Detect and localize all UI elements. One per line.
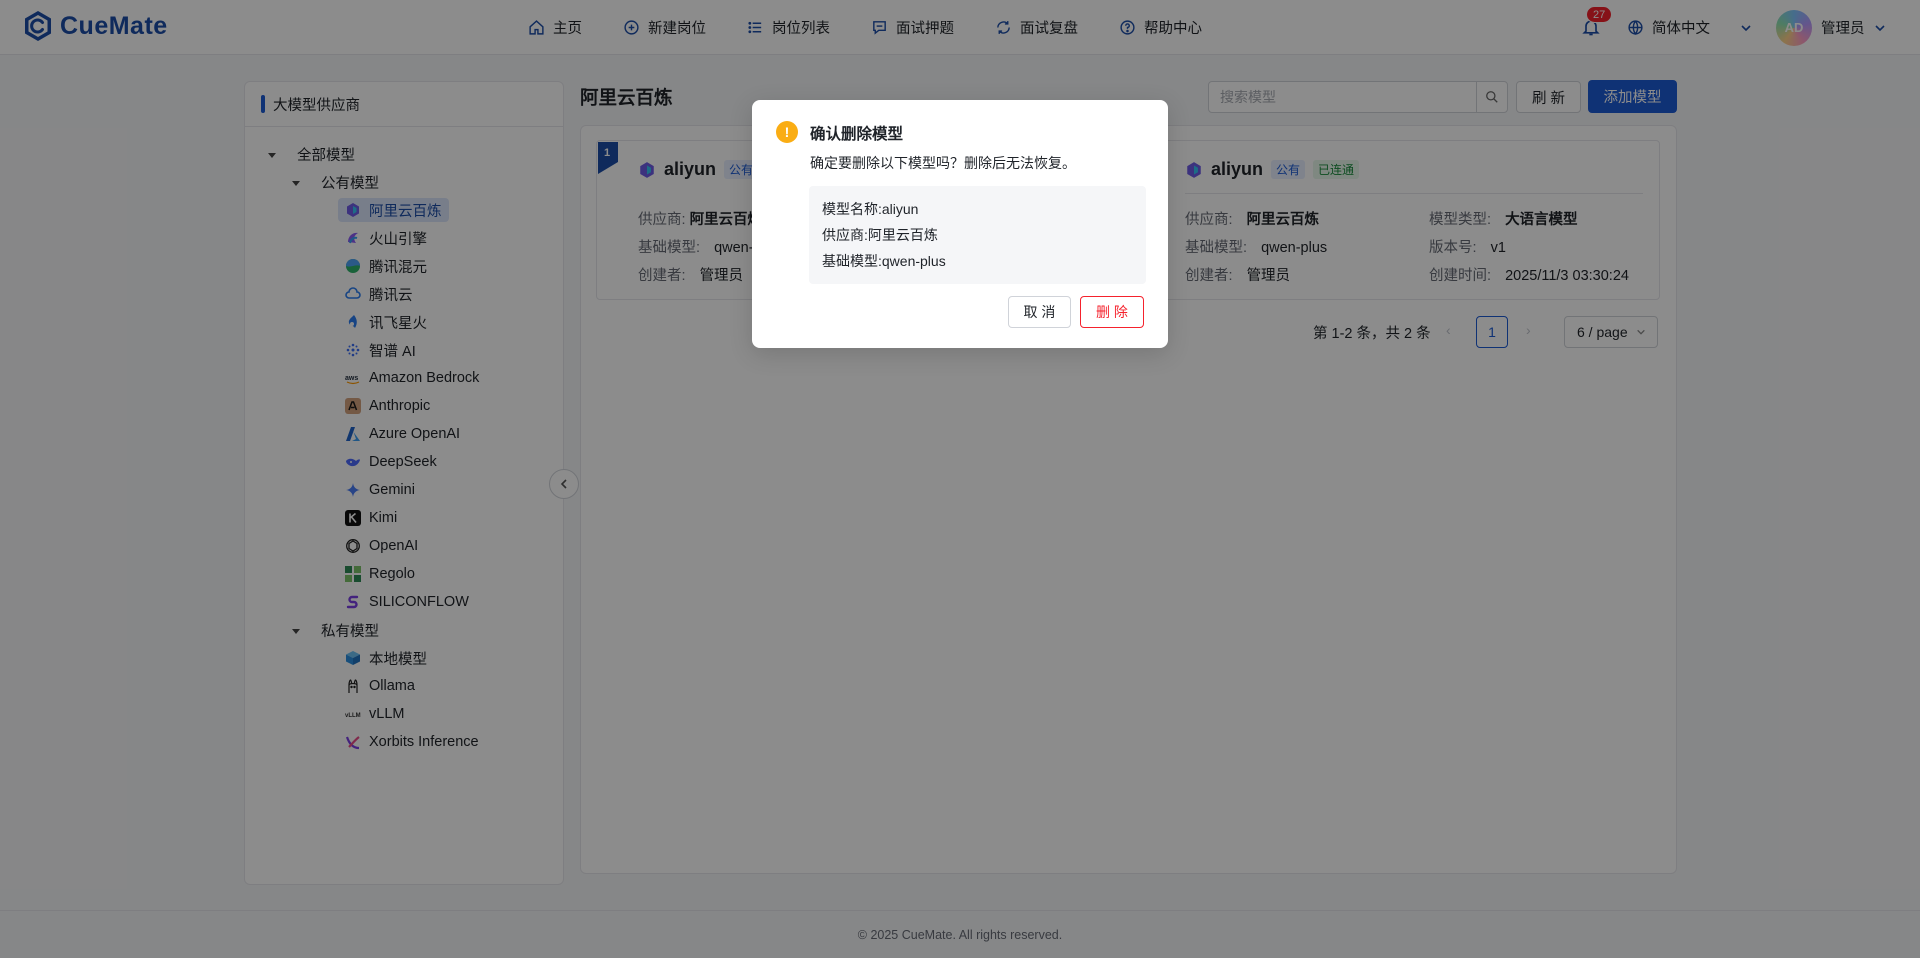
field-value: 阿里云百炼 bbox=[867, 227, 938, 243]
info-base-model: 基础模型:qwen-plus bbox=[822, 251, 946, 271]
info-model-name: 模型名称:aliyun bbox=[822, 199, 918, 219]
dialog-title: 确认删除模型 bbox=[810, 126, 904, 143]
field-value: aliyun bbox=[881, 201, 919, 217]
delete-button[interactable]: 删 除 bbox=[1080, 296, 1144, 328]
cancel-button[interactable]: 取 消 bbox=[1008, 296, 1071, 328]
warning-icon: ! bbox=[776, 121, 798, 143]
confirm-delete-dialog: ! 确认删除模型 确定要删除以下模型吗？删除后无法恢复。 模型名称:aliyun… bbox=[752, 100, 1168, 348]
field-label: 基础模型: bbox=[822, 253, 882, 269]
info-provider: 供应商:阿里云百炼 bbox=[822, 225, 938, 245]
field-label: 模型名称: bbox=[822, 201, 882, 217]
field-label: 供应商: bbox=[822, 227, 868, 243]
model-info-box: 模型名称:aliyun 供应商:阿里云百炼 基础模型:qwen-plus bbox=[809, 186, 1146, 284]
dialog-description: 确定要删除以下模型吗？删除后无法恢复。 bbox=[810, 155, 1076, 171]
field-value: qwen-plus bbox=[881, 253, 946, 269]
